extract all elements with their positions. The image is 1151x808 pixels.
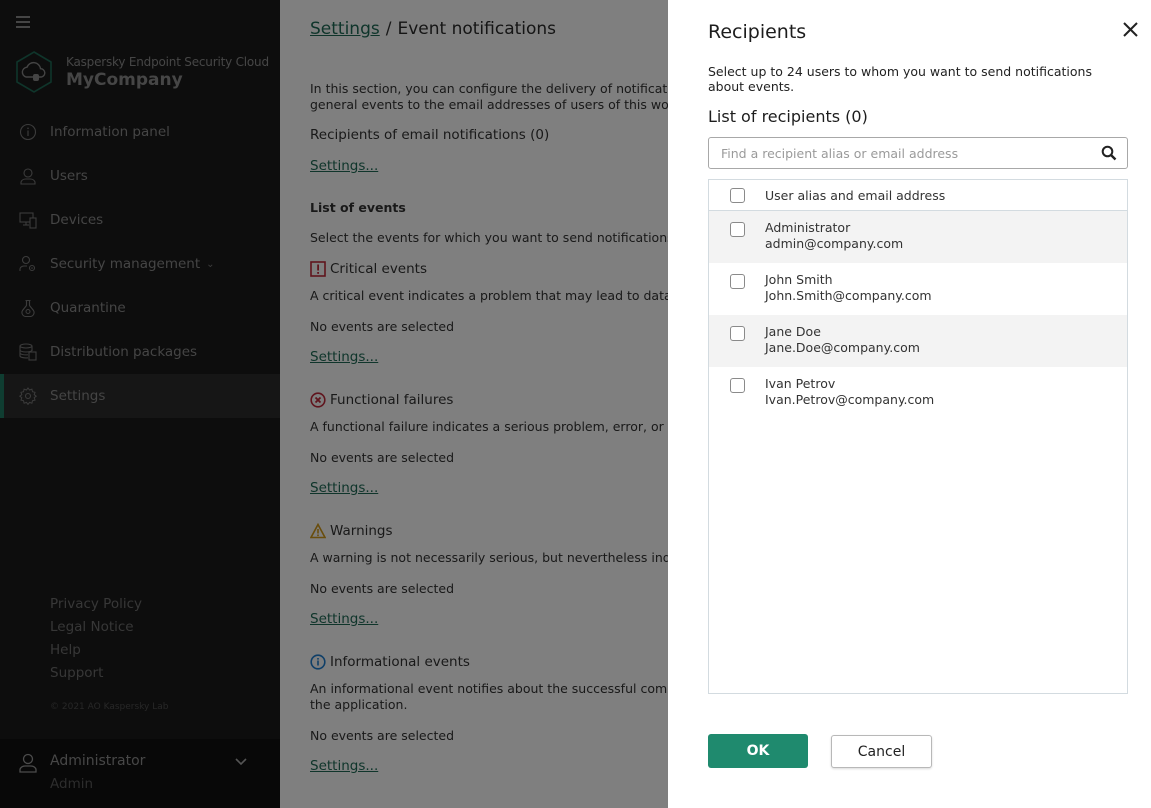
recipient-email: Jane.Doe@company.com xyxy=(765,340,920,355)
table-row[interactable]: Ivan Petrov Ivan.Petrov@company.com xyxy=(709,367,1127,419)
row-checkbox[interactable] xyxy=(730,222,745,237)
table-body: Administrator admin@company.com John Smi… xyxy=(709,211,1127,419)
column-header: User alias and email address xyxy=(765,187,946,203)
ok-button[interactable]: OK xyxy=(708,734,808,768)
recipient-name: Ivan Petrov xyxy=(765,376,836,391)
table-row[interactable]: Administrator admin@company.com xyxy=(709,211,1127,263)
recipients-list-title: List of recipients (0) xyxy=(708,107,868,126)
recipients-dialog: Recipients Select up to 24 users to whom… xyxy=(668,0,1151,808)
row-checkbox[interactable] xyxy=(730,274,745,289)
recipient-search-input[interactable] xyxy=(709,138,1089,168)
select-all-checkbox[interactable] xyxy=(730,187,745,203)
dialog-title: Recipients xyxy=(708,21,807,43)
recipient-email: Ivan.Petrov@company.com xyxy=(765,392,935,407)
table-row[interactable]: John Smith John.Smith@company.com xyxy=(709,263,1127,315)
recipient-name: Jane Doe xyxy=(765,324,821,339)
recipients-table: User alias and email address Administrat… xyxy=(708,179,1128,694)
recipient-email: admin@company.com xyxy=(765,236,904,251)
dialog-description: Select up to 24 users to whom you want t… xyxy=(708,64,1092,94)
table-row[interactable]: Jane Doe Jane.Doe@company.com xyxy=(709,315,1127,367)
row-checkbox[interactable] xyxy=(730,326,745,341)
table-header: User alias and email address xyxy=(709,180,1127,211)
search-icon[interactable] xyxy=(1101,145,1117,161)
recipient-email: John.Smith@company.com xyxy=(765,288,932,303)
row-checkbox[interactable] xyxy=(730,378,745,393)
recipient-search xyxy=(708,137,1128,169)
recipient-name: Administrator xyxy=(765,220,851,235)
cancel-button[interactable]: Cancel xyxy=(831,735,932,768)
close-icon[interactable] xyxy=(1122,21,1139,38)
modal-overlay[interactable] xyxy=(0,0,668,808)
recipient-name: John Smith xyxy=(765,272,833,287)
